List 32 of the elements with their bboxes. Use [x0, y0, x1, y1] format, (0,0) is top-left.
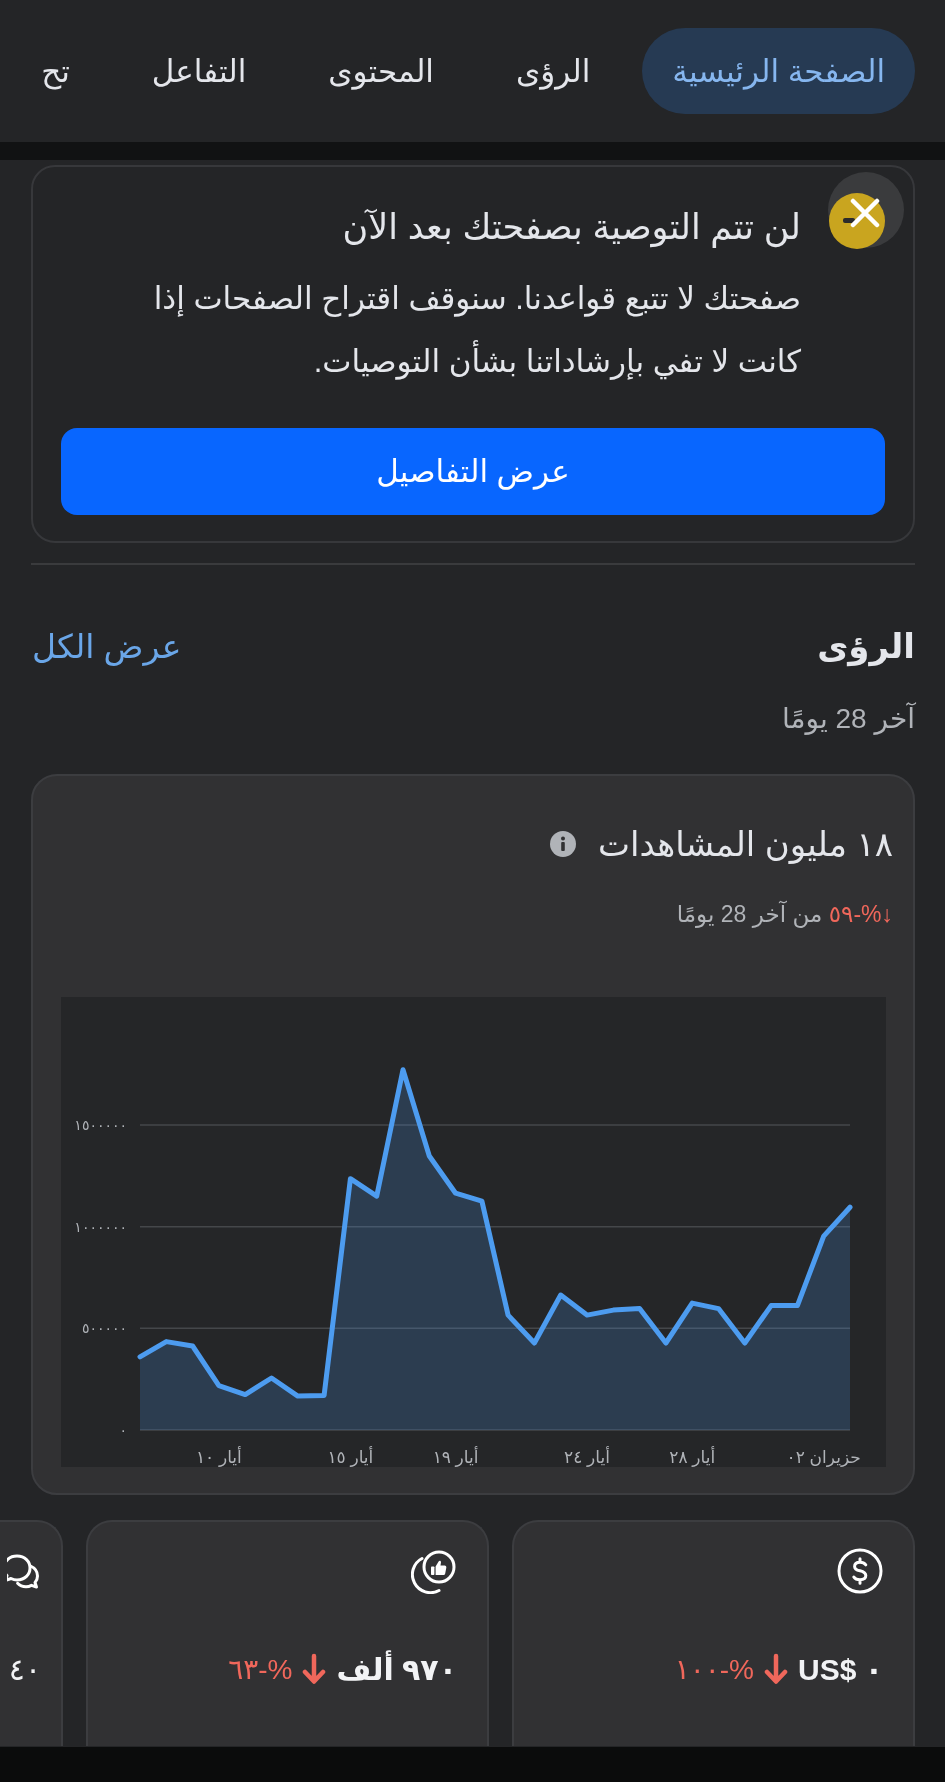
y-axis-label: ١٠٠٠٠٠٠	[73, 1218, 127, 1235]
x-axis-label: أيار ٢٨	[668, 1448, 715, 1467]
info-icon[interactable]	[549, 831, 576, 857]
metric-value: ٩٧٠ ألف	[336, 1651, 457, 1687]
tab[interactable]: الرؤى	[485, 28, 621, 114]
thumbs-up-icon	[411, 1548, 457, 1594]
tab[interactable]: الصفحة الرئيسية	[642, 28, 915, 114]
x-axis-label: حزيران ٠٢	[786, 1448, 861, 1467]
metric-change: %-١٠٠	[674, 1652, 754, 1686]
dollar-icon	[837, 1548, 883, 1594]
metric-change: %-٦٣	[228, 1652, 293, 1686]
y-axis-label: ٥٠٠٠٠٠	[81, 1320, 127, 1337]
x-axis-label: أيار ١٠	[195, 1448, 242, 1467]
x-axis-label: أيار ١٩	[432, 1448, 478, 1467]
notice-message: صفحتك لا تتبع قواعدنا. سنوقف اقتراح الصفحات إذا كانت لا تفي بإرشاداتنا بشأن التوصيات.	[152, 280, 801, 382]
x-axis-label: أيار ١٥	[326, 1448, 373, 1467]
y-axis-label: ١٥٠٠٠٠٠	[73, 1117, 127, 1134]
views-change: ↓%-٥٩ من آخر 28 يومًا	[675, 899, 894, 930]
metric-value: US$ ٠	[798, 1651, 883, 1687]
notice-title: لن تتم التوصية بصفحتك بعد الآن	[342, 206, 801, 250]
tab[interactable]: المحتوى	[298, 28, 464, 114]
period-label: آخر 28 يومًا	[781, 701, 915, 737]
views-total: ١٨ مليون المشاهدات	[597, 824, 893, 864]
view-details-button[interactable]: عرض التفاصيل	[61, 428, 885, 515]
section-title: الرؤى	[817, 626, 915, 666]
metric-value: ٤٠	[8, 1651, 41, 1687]
tab[interactable]: التفاعل	[121, 28, 277, 114]
x-axis-label: أيار ٢٤	[563, 1448, 610, 1467]
see-all-link[interactable]: عرض الكل	[32, 626, 182, 666]
y-axis-label: ٠	[118, 1422, 127, 1438]
close-icon	[850, 198, 880, 228]
tab[interactable]: تح	[11, 28, 100, 114]
